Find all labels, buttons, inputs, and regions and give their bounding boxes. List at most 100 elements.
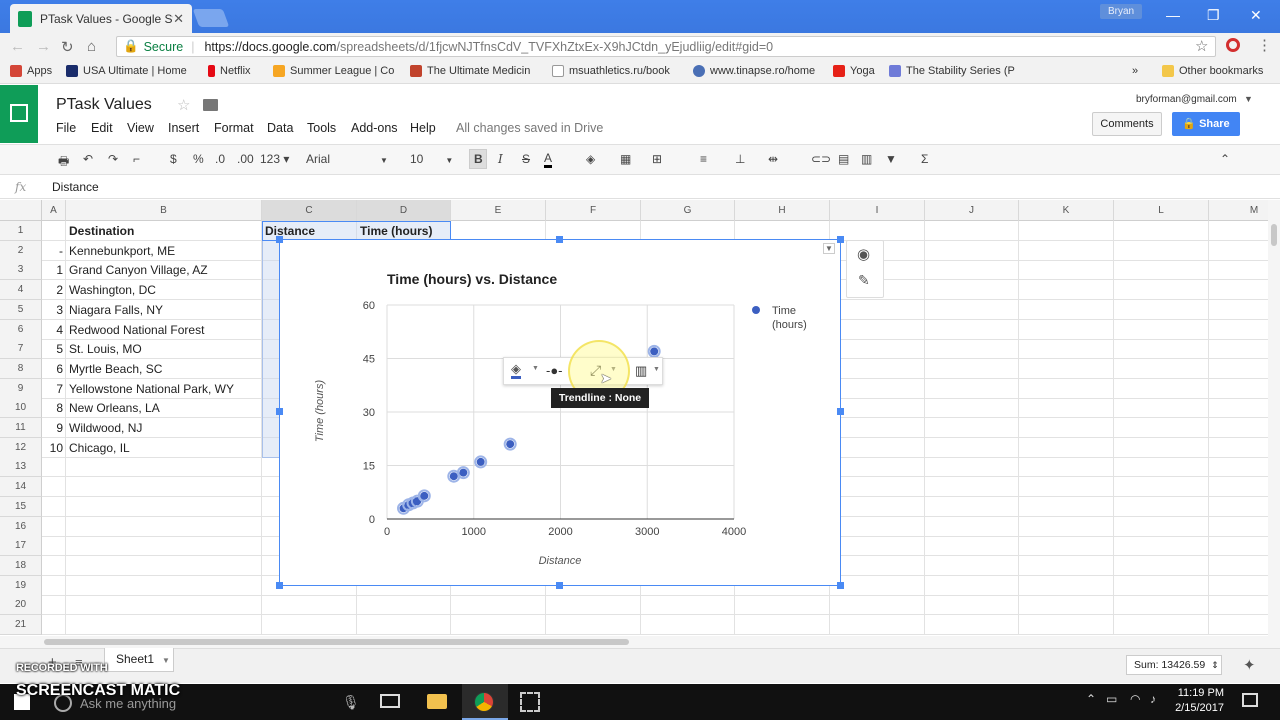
bookmark-item[interactable]: The Ultimate Medicin [410, 65, 530, 77]
cell-a-index[interactable]: 3 [42, 300, 66, 320]
account-email[interactable]: bryforman@gmail.com [1136, 94, 1237, 105]
reload-icon[interactable]: ↻ [61, 38, 74, 56]
tray-chevron-up-icon[interactable]: ⌃ [1086, 692, 1096, 706]
sum-status[interactable]: Sum: 13426.59 ⇕ [1126, 655, 1222, 675]
data-point[interactable] [506, 440, 515, 449]
filter-icon[interactable]: ▼ [885, 152, 897, 166]
snipping-tool-icon[interactable] [520, 692, 540, 712]
save-status[interactable]: All changes saved in Drive [456, 121, 603, 135]
bookmark-star-icon[interactable]: ☆ [1195, 37, 1208, 55]
new-tab-button[interactable] [192, 9, 230, 27]
redo-icon[interactable]: ↷ [108, 152, 118, 166]
forward-icon[interactable]: → [36, 38, 51, 55]
menu-help[interactable]: Help [410, 121, 436, 135]
other-bookmarks[interactable]: Other bookmarks [1162, 65, 1263, 77]
column-header-l[interactable]: L [1114, 200, 1209, 221]
cell-destination[interactable]: Grand Canyon Village, AZ [66, 260, 211, 280]
column-header-f[interactable]: F [546, 200, 641, 221]
column-header-h[interactable]: H [735, 200, 830, 221]
microphone-icon[interactable]: 🎙 [342, 694, 360, 711]
pencil-icon[interactable]: ✎ [858, 272, 870, 289]
data-point[interactable] [420, 491, 429, 500]
formula-input[interactable]: Distance [52, 180, 99, 194]
minimize-icon[interactable]: — [1166, 7, 1180, 23]
sheets-logo-icon[interactable] [0, 85, 38, 143]
taskbar-clock[interactable]: 11:19 PM 2/15/2017 [1166, 686, 1224, 716]
share-button[interactable]: 🔒 Share [1172, 112, 1240, 136]
row-header[interactable]: 9 [0, 378, 42, 399]
cell-destination[interactable]: Redwood National Forest [66, 320, 207, 340]
column-header-c[interactable]: C [262, 200, 357, 221]
row-header[interactable]: 8 [0, 358, 42, 379]
extension-opera-icon[interactable] [1226, 38, 1240, 52]
folder-icon[interactable] [203, 99, 218, 111]
sheet-tab[interactable]: Sheet1 ▼ [104, 648, 174, 672]
text-color-button[interactable]: A [544, 152, 553, 168]
horizontal-scrollbar[interactable] [0, 636, 1280, 648]
row-header[interactable]: 1 [0, 221, 42, 241]
row-header[interactable]: 7 [0, 339, 42, 360]
bold-button[interactable]: B [474, 152, 483, 166]
menu-format[interactable]: Format [214, 121, 254, 135]
browser-tab[interactable]: PTask Values - Google St ✕ [10, 4, 192, 33]
chevron-down-icon[interactable]: ▼ [1244, 94, 1253, 104]
borders-icon[interactable]: ▦ [620, 152, 631, 166]
column-header-k[interactable]: K [1019, 200, 1114, 221]
data-point[interactable] [650, 347, 659, 356]
row-header[interactable]: 5 [0, 299, 42, 320]
cell-a-index[interactable]: - [42, 241, 66, 261]
column-header-d[interactable]: D [357, 200, 451, 221]
paint-format-icon[interactable]: ⌐ [133, 152, 140, 166]
menu-file[interactable]: File [56, 121, 76, 135]
cell-a-index[interactable]: 2 [42, 280, 66, 300]
bookmark-item[interactable]: www.tinapse.ro/home [693, 65, 815, 77]
currency-button[interactable]: $ [170, 152, 177, 166]
cell-a-index[interactable]: 7 [42, 379, 66, 399]
home-icon[interactable]: ⌂ [87, 38, 96, 55]
cell-destination[interactable]: Yellowstone National Park, WY [66, 379, 237, 399]
header-destination[interactable]: Destination [66, 221, 137, 241]
cell-a-index[interactable]: 9 [42, 418, 66, 438]
row-header[interactable]: 17 [0, 536, 42, 557]
column-header-j[interactable]: J [925, 200, 1019, 221]
cell-destination[interactable]: Myrtle Beach, SC [66, 359, 165, 379]
number-format-dropdown[interactable]: 123 ▾ [260, 152, 289, 166]
tray-volume-icon[interactable]: ♪ [1150, 692, 1156, 706]
bookmark-item[interactable]: Apps [10, 65, 52, 77]
functions-button[interactable]: Σ [921, 152, 928, 166]
bookmark-item[interactable]: Netflix [208, 65, 251, 77]
cell-destination[interactable]: New Orleans, LA [66, 398, 163, 418]
address-bar[interactable]: 🔒 Secure | https://docs.google.com /spre… [116, 36, 1216, 57]
cell-destination[interactable]: St. Louis, MO [66, 339, 145, 359]
comments-button[interactable]: Comments [1092, 112, 1162, 136]
data-point[interactable] [459, 468, 468, 477]
row-header[interactable]: 19 [0, 575, 42, 596]
tray-battery-icon[interactable]: ▭ [1106, 692, 1117, 706]
column-header-a[interactable]: A [42, 200, 66, 221]
vertical-scrollbar[interactable] [1268, 200, 1280, 636]
eye-icon[interactable]: ◉ [857, 245, 870, 263]
column-header-e[interactable]: E [451, 200, 546, 221]
bookmark-item[interactable]: USA Ultimate | Home [66, 65, 187, 77]
cell-a-index[interactable]: 6 [42, 359, 66, 379]
row-header[interactable]: 3 [0, 260, 42, 281]
row-header[interactable]: 4 [0, 280, 42, 301]
data-point[interactable] [449, 472, 458, 481]
cell-destination[interactable]: Washington, DC [66, 280, 159, 300]
action-center-icon[interactable] [1242, 693, 1258, 707]
column-header-b[interactable]: B [66, 200, 262, 221]
font-dropdown[interactable]: Arial ▼ [306, 152, 388, 166]
cell-a-index[interactable]: 8 [42, 398, 66, 418]
percent-button[interactable]: % [193, 152, 204, 166]
cell-destination[interactable]: Niagara Falls, NY [66, 300, 166, 320]
maximize-icon[interactable]: ❐ [1207, 7, 1220, 24]
menu-insert[interactable]: Insert [168, 121, 199, 135]
chevron-down-icon[interactable]: ▼ [653, 366, 660, 373]
bookmark-item[interactable]: Yoga [833, 65, 875, 77]
insert-link-icon[interactable]: ⊂⊃ [811, 152, 831, 166]
increase-decimal-button[interactable]: .00 [237, 152, 254, 166]
column-header-i[interactable]: I [830, 200, 925, 221]
insert-chart-icon[interactable]: ▥ [861, 152, 872, 166]
row-header[interactable]: 10 [0, 398, 42, 419]
row-header[interactable]: 21 [0, 615, 42, 635]
